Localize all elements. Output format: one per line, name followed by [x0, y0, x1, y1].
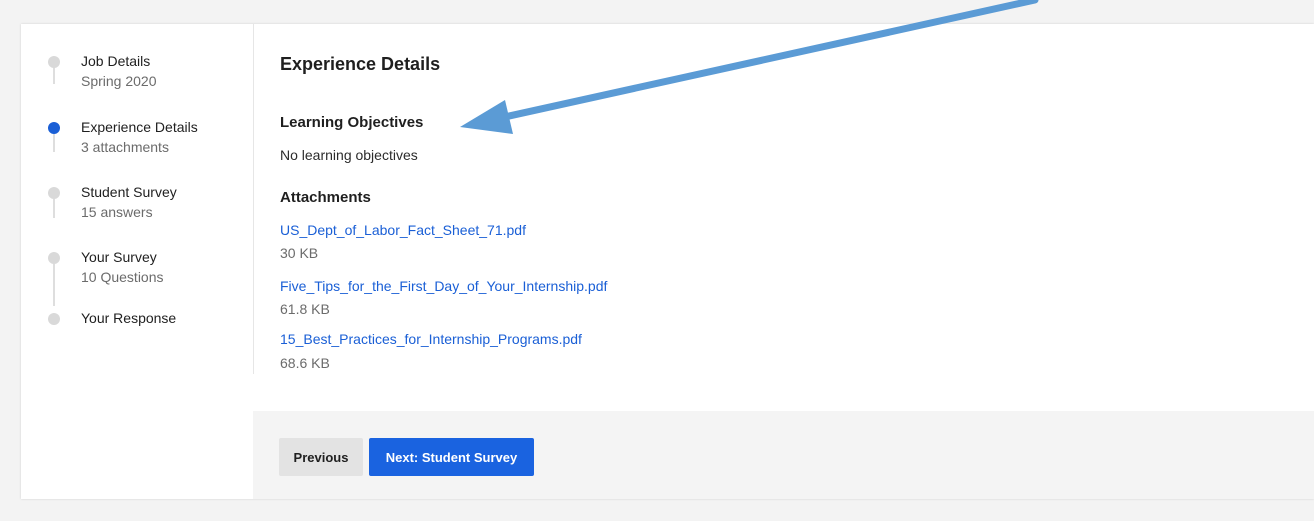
step-title: Your Survey [81, 249, 157, 265]
attachment-size: 61.8 KB [280, 301, 330, 317]
attachment-link[interactable]: US_Dept_of_Labor_Fact_Sheet_71.pdf [280, 222, 526, 238]
step-title: Student Survey [81, 184, 177, 200]
previous-button[interactable]: Previous [279, 438, 363, 476]
learning-objectives-heading: Learning Objectives [280, 114, 424, 131]
stepper-connector [53, 66, 55, 84]
step-title: Your Response [81, 310, 177, 326]
form-footer: Previous Next: Student Survey [253, 411, 1314, 499]
step-title: Experience Details [81, 119, 198, 135]
learning-objectives-text: No learning objectives [280, 147, 418, 163]
step-subtitle: 3 attachments [81, 139, 169, 155]
step-indicator-dot-active [48, 122, 60, 134]
stepper-connector [53, 264, 55, 306]
stepper-sidebar: Job Details Spring 2020 Experience Detai… [21, 24, 253, 499]
attachment-size: 30 KB [280, 245, 319, 261]
experience-card: Job Details Spring 2020 Experience Detai… [21, 24, 1314, 499]
step-indicator-dot [48, 313, 60, 325]
next-student-survey-button[interactable]: Next: Student Survey [369, 438, 534, 476]
step-subtitle: Spring 2020 [81, 73, 157, 89]
step-subtitle: 10 Questions [81, 269, 164, 285]
stepper-connector [53, 134, 55, 152]
step-title: Job Details [81, 53, 151, 69]
step-indicator-dot [48, 56, 60, 68]
step-subtitle: 15 answers [81, 204, 153, 220]
attachment-link[interactable]: 15_Best_Practices_for_Internship_Program… [280, 331, 582, 347]
page-title: Experience Details [280, 54, 441, 74]
stepper-connector [53, 199, 55, 218]
attachments-heading: Attachments [280, 189, 371, 206]
step-indicator-dot [48, 252, 60, 264]
attachment-link[interactable]: Five_Tips_for_the_First_Day_of_Your_Inte… [280, 278, 607, 294]
attachment-size: 68.6 KB [280, 355, 330, 371]
step-indicator-dot [48, 187, 60, 199]
main-content: Experience Details Learning Objectives N… [254, 24, 1314, 411]
